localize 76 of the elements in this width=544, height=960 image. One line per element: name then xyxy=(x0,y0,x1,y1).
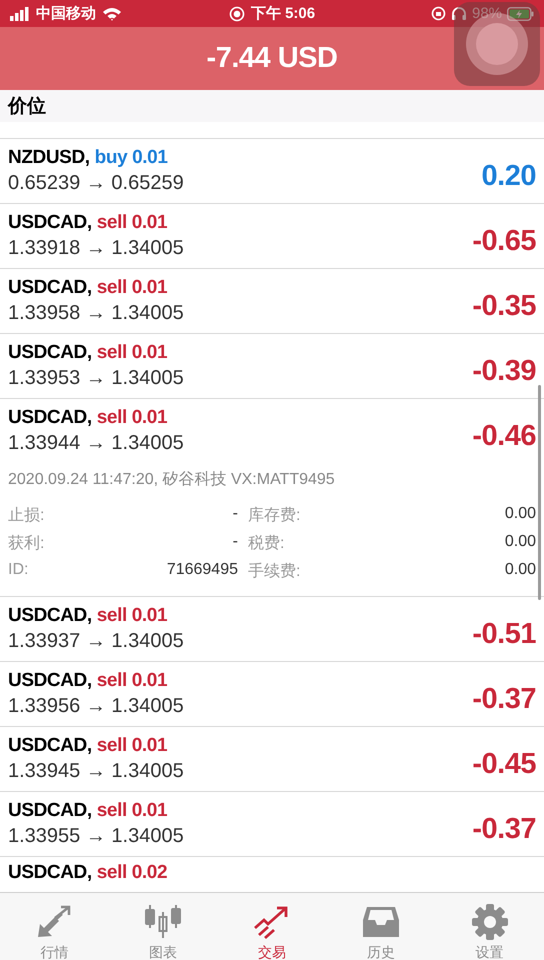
detail-value: - xyxy=(232,533,238,552)
symbol: USDCAD, xyxy=(8,277,92,299)
price-range: 1.33955 → 1.34005 xyxy=(8,825,184,848)
wifi-icon xyxy=(102,6,122,20)
order-type: sell 0.01 xyxy=(96,735,168,757)
order-type: sell 0.02 xyxy=(96,862,168,884)
settings-icon xyxy=(470,904,509,940)
assistive-touch-button[interactable] xyxy=(454,2,540,86)
section-title: 价位 xyxy=(8,95,46,119)
record-icon xyxy=(228,6,245,22)
position-row[interactable]: USDCAD, sell 0.01 1.33956 → 1.34005 -0.37 xyxy=(0,662,544,727)
symbol: USDCAD, xyxy=(8,605,92,627)
tab[interactable]: 交易 xyxy=(218,893,326,960)
inbox-icon xyxy=(362,904,400,940)
symbol: USDCAD, xyxy=(8,862,92,884)
profit-value: -0.39 xyxy=(472,354,536,388)
order-type: sell 0.01 xyxy=(96,277,168,299)
position-row[interactable]: USDCAD, sell 0.01 1.33955 → 1.34005 -0.37 xyxy=(0,792,544,857)
detail-value: - xyxy=(232,505,238,524)
symbol: USDCAD, xyxy=(8,735,92,757)
profit-value: -0.65 xyxy=(472,224,536,258)
position-row[interactable]: USDCAD, sell 0.01 1.33958 → 1.34005 -0.35 xyxy=(0,269,544,334)
detail-label: 止损: xyxy=(8,506,46,526)
order-type: sell 0.01 xyxy=(96,212,168,234)
position-row[interactable]: USDCAD, sell 0.02 xyxy=(0,857,544,887)
clock: 下午 5:06 xyxy=(250,4,316,23)
total-profit: -7.44 USD xyxy=(206,42,338,75)
detail-value: 71669495 xyxy=(166,561,238,580)
symbol: NZDUSD, xyxy=(8,147,90,169)
price-range: 0.65239 → 0.65259 xyxy=(8,172,184,195)
profit-value: -0.51 xyxy=(472,616,536,650)
headphones-icon xyxy=(450,6,467,21)
order-type: sell 0.01 xyxy=(96,605,168,627)
rotation-lock-icon xyxy=(430,6,446,21)
profit-value: -0.45 xyxy=(472,746,536,780)
symbol: USDCAD, xyxy=(8,407,92,429)
battery-icon xyxy=(507,6,534,20)
order-type: sell 0.01 xyxy=(96,342,168,364)
symbol: USDCAD, xyxy=(8,670,92,692)
detail-label: 库存费: xyxy=(247,506,302,526)
price-range: 1.33956 → 1.34005 xyxy=(8,695,184,718)
detail-label: 手续费: xyxy=(247,562,302,582)
price-range: 1.33945 → 1.34005 xyxy=(8,760,184,783)
detail-label: 获利: xyxy=(8,534,46,554)
profit-value: -0.46 xyxy=(472,418,536,452)
symbol: USDCAD, xyxy=(8,342,92,364)
profit-value: -0.35 xyxy=(472,288,536,322)
position-row[interactable]: USDCAD, sell 0.01 1.33945 → 1.34005 -0.45 xyxy=(0,727,544,792)
detail-label: 税费: xyxy=(247,534,286,554)
profit-value: -0.37 xyxy=(472,812,536,846)
price-range: 1.33937 → 1.34005 xyxy=(8,630,184,653)
double-arrow-icon xyxy=(35,904,74,940)
symbol: USDCAD, xyxy=(8,800,92,822)
signal-icon xyxy=(10,6,30,20)
profit-value: -0.37 xyxy=(472,682,536,716)
position-row[interactable]: USDCAD, sell 0.01 1.33953 → 1.34005 -0.39 xyxy=(0,334,544,399)
detail-value: 0.00 xyxy=(504,505,536,524)
symbol: USDCAD, xyxy=(8,212,92,234)
carrier: 中国移动 xyxy=(36,4,96,23)
price-range: 1.33918 → 1.34005 xyxy=(8,237,184,260)
open-time: 2020.09.24 11:47:20, 矽谷科技 VX:MATT9495 xyxy=(8,470,336,490)
detail-label: ID: xyxy=(8,561,30,580)
order-type: buy 0.01 xyxy=(94,147,168,169)
position-row[interactable]: NZDUSD, buy 0.01 0.65239 → 0.65259 0.20 xyxy=(0,139,544,204)
price-range: 1.33944 → 1.34005 xyxy=(8,432,184,455)
order-type: sell 0.01 xyxy=(96,407,168,429)
candlestick-icon xyxy=(144,904,182,940)
detail-value: 0.00 xyxy=(504,533,536,552)
position-row[interactable]: USDCAD, sell 0.01 1.33918 → 1.34005 -0.65 xyxy=(0,204,544,269)
order-type: sell 0.01 xyxy=(96,800,168,822)
price-range: 1.33953 → 1.34005 xyxy=(8,367,184,390)
profit-value: 0.20 xyxy=(482,158,536,192)
detail-value: 0.00 xyxy=(504,561,536,580)
order-type: sell 0.01 xyxy=(96,670,168,692)
position-row[interactable]: USDCAD, sell 0.01 1.33937 → 1.34005 -0.51 xyxy=(0,597,544,662)
price-range: 1.33958 → 1.34005 xyxy=(8,302,184,325)
